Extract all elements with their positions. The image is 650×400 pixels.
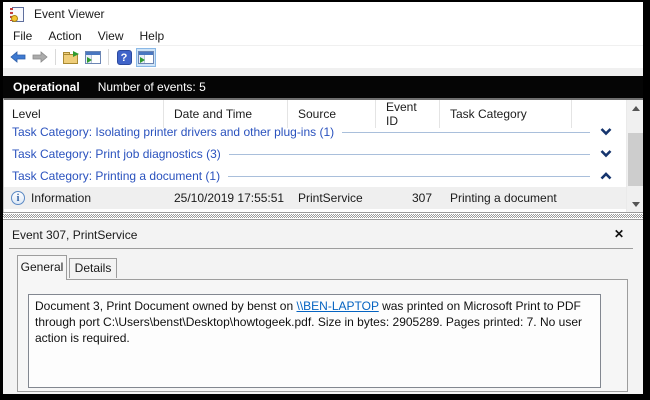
preview-separator	[9, 248, 633, 249]
help-icon: ?	[117, 50, 132, 65]
information-icon: i	[11, 191, 25, 205]
toolbar-separator	[108, 49, 109, 65]
scroll-down-icon	[632, 202, 640, 207]
preview-title: Event 307, PrintService	[12, 228, 137, 242]
scroll-up-icon	[632, 106, 640, 111]
pane-splitter[interactable]	[3, 212, 643, 220]
event-viewer-app-icon	[10, 7, 25, 22]
event-row-selected[interactable]: i Information 25/10/2019 17:55:51 PrintS…	[4, 187, 626, 209]
level-label: Information	[31, 191, 91, 205]
menu-item-view[interactable]: View	[90, 28, 132, 44]
toolbar: ?	[3, 45, 643, 68]
action-pane-icon	[138, 51, 154, 64]
group-divider-line	[229, 154, 590, 155]
group-label: Task Category: Printing a document (1)	[12, 169, 220, 183]
title-bar: Event Viewer	[3, 2, 643, 26]
chevron-down-icon[interactable]	[600, 150, 612, 158]
column-header-date-time[interactable]: Date and Time	[164, 100, 288, 128]
toolbar-gap	[3, 68, 643, 76]
scroll-up-button[interactable]	[627, 100, 644, 116]
chevron-up-icon[interactable]	[600, 172, 612, 180]
log-header-bar: Operational Number of events: 5	[3, 76, 643, 98]
computer-name-link[interactable]: \\BEN-LAPTOP	[296, 299, 378, 313]
column-header-event-id[interactable]: Event ID	[376, 100, 440, 128]
source-cell: PrintService	[288, 191, 376, 205]
column-header-task-category[interactable]: Task Category	[440, 100, 572, 128]
action-pane-toggle-button[interactable]	[136, 48, 156, 67]
column-header-row: Level Date and Time Source Event ID Task…	[4, 100, 626, 121]
menu-bar: File Action View Help	[3, 26, 643, 45]
event-count: Number of events: 5	[98, 80, 206, 94]
group-row-printing-a-document[interactable]: Task Category: Printing a document (1)	[4, 165, 626, 187]
date-time-cell: 25/10/2019 17:55:51	[164, 191, 288, 205]
group-divider-line	[342, 132, 590, 133]
forward-button[interactable]	[30, 48, 50, 67]
event-description-box: Document 3, Print Document owned by bens…	[28, 294, 601, 388]
open-saved-log-icon	[63, 51, 79, 64]
window-title: Event Viewer	[34, 7, 104, 21]
menu-item-action[interactable]: Action	[40, 28, 89, 44]
description-part1: Document 3, Print Document owned by bens…	[35, 299, 296, 313]
log-name: Operational	[13, 80, 80, 94]
forward-arrow-icon	[32, 51, 48, 63]
scrollbar-thumb[interactable]	[628, 133, 643, 186]
column-header-level[interactable]: Level	[4, 100, 164, 128]
chevron-down-icon[interactable]	[600, 128, 612, 136]
event-list: Level Date and Time Source Event ID Task…	[3, 98, 643, 212]
help-button[interactable]: ?	[114, 48, 134, 67]
group-label: Task Category: Isolating printer drivers…	[12, 125, 334, 139]
group-divider-line	[228, 176, 590, 177]
scroll-down-button[interactable]	[627, 196, 644, 212]
menu-item-help[interactable]: Help	[132, 28, 173, 44]
level-cell: i Information	[4, 191, 164, 205]
back-arrow-icon	[10, 51, 26, 63]
event-preview-pane: Event 307, PrintService ✕ General Detail…	[3, 220, 643, 394]
back-button[interactable]	[8, 48, 28, 67]
toolbar-separator	[55, 49, 56, 65]
group-label: Task Category: Print job diagnostics (3)	[12, 147, 221, 161]
event-id-cell: 307	[376, 191, 440, 205]
event-viewer-window: Event Viewer File Action View Help	[0, 0, 650, 400]
console-tree-icon	[85, 51, 101, 64]
event-description: Document 3, Print Document owned by bens…	[35, 298, 594, 346]
column-header-blank	[572, 100, 626, 128]
task-category-cell: Printing a document	[440, 191, 572, 205]
tab-general[interactable]: General	[17, 255, 67, 280]
group-row-print-job-diagnostics[interactable]: Task Category: Print job diagnostics (3)	[4, 143, 626, 165]
column-header-source[interactable]: Source	[288, 100, 376, 128]
menu-item-file[interactable]: File	[5, 28, 40, 44]
tab-details[interactable]: Details	[69, 258, 117, 278]
console-tree-button[interactable]	[83, 48, 103, 67]
general-tab-panel: Document 3, Print Document owned by bens…	[17, 279, 628, 392]
close-preview-button[interactable]: ✕	[611, 226, 627, 242]
open-saved-log-button[interactable]	[61, 48, 81, 67]
list-scrollbar[interactable]	[626, 100, 643, 212]
